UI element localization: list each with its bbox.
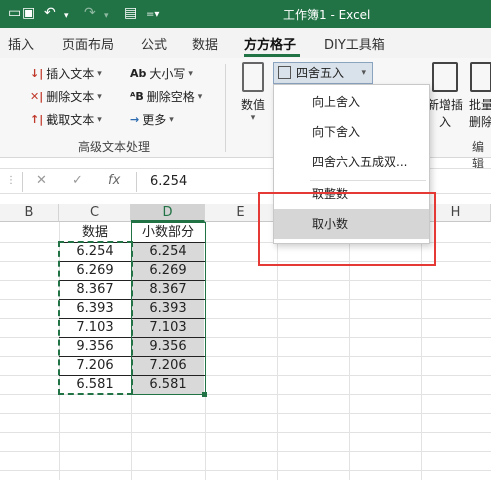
cut-text-button[interactable]: ↑| 截取文本 ▾ (30, 111, 102, 128)
case-icon: Ab (130, 66, 147, 80)
tab-insert[interactable]: 插入 (8, 34, 34, 53)
group-divider (225, 64, 226, 152)
batch-delete-label: 批量删除 (468, 98, 491, 129)
add-insert-label: 新增插入 (426, 98, 463, 129)
numeric-icon (242, 62, 264, 92)
title-bar: ▭ ▣ ↶ ▾ ↷ ▾ ▤ =▾ 工作簿1 - Excel (0, 0, 491, 28)
batch-delete-icon (470, 62, 491, 92)
chevron-down-icon: ▾ (188, 68, 193, 79)
ribbon-tabs: 插入 页面布局 公式 数据 方方格子 DIY工具箱 (0, 28, 491, 58)
tab-fangfang[interactable]: 方方格子 (244, 34, 296, 53)
group-label-text-processing: 高级文本处理 (78, 140, 151, 154)
save-icon[interactable]: ▣ (22, 4, 35, 22)
formula-divider (136, 172, 137, 192)
document-icon[interactable]: ▤ (124, 4, 137, 22)
cell-c-header[interactable]: 数据 (59, 223, 131, 242)
round-dropdown[interactable]: 四舍五入 ▾ (273, 62, 373, 84)
batch-delete-button[interactable]: 批量删除 (466, 62, 491, 130)
chevron-down-icon: ▾ (97, 114, 102, 125)
delete-space-button[interactable]: ᴬB 删除空格 ▾ (130, 88, 202, 105)
arrow-right-icon: → (130, 112, 140, 126)
tab-formulas[interactable]: 公式 (141, 34, 167, 53)
group-label-edit: 编辑 (472, 140, 485, 171)
copy-marquee (58, 241, 133, 395)
redo-icon[interactable]: ↷ (84, 4, 96, 22)
chevron-down-icon: ▾ (250, 113, 256, 123)
numeric-button[interactable]: 数值 ▾ (236, 62, 270, 123)
case-label: 大小写 (149, 67, 186, 81)
grid-line (0, 451, 491, 452)
menu-item-bankers-round[interactable]: 四舍六入五成双... (274, 147, 429, 177)
chevron-down-icon: ▾ (169, 114, 174, 125)
grid-line (0, 413, 491, 414)
chevron-down-icon: ▾ (197, 91, 203, 102)
chevron-down-icon: ▾ (97, 68, 102, 79)
tab-page-layout[interactable]: 页面布局 (62, 34, 114, 53)
active-tab-indicator (244, 54, 300, 57)
add-insert-button[interactable]: 新增插入 (425, 62, 465, 130)
tab-diy-toolbox[interactable]: DIY工具箱 (324, 34, 385, 53)
delete-text-icon: ✕| (30, 89, 44, 103)
grid-line (0, 470, 491, 471)
redo-dropdown-icon[interactable]: ▾ (104, 7, 109, 25)
cut-text-label: 截取文本 (46, 113, 95, 127)
autosave-icon[interactable]: ▭ (8, 4, 21, 22)
selection-border (131, 222, 206, 395)
column-header-d[interactable]: D (131, 204, 205, 222)
delete-text-label: 删除文本 (46, 90, 95, 104)
chevron-down-icon: ▾ (97, 91, 102, 102)
more-label: 更多 (142, 113, 167, 127)
window-title: 工作簿1 - Excel (283, 8, 371, 22)
menu-item-round-down[interactable]: 向下舍入 (274, 117, 429, 147)
confirm-icon[interactable]: ✓ (72, 173, 83, 188)
insert-text-label: 插入文本 (46, 67, 95, 81)
customize-toolbar-icon[interactable]: =▾ (146, 6, 159, 24)
function-icon[interactable]: fx (108, 173, 120, 188)
round-dropdown-label: 四舍五入 (296, 66, 345, 80)
chevron-down-icon: ▾ (361, 68, 366, 78)
case-button[interactable]: Ab 大小写 ▾ (130, 65, 193, 82)
cut-text-icon: ↑| (30, 112, 44, 126)
column-header-c[interactable]: C (59, 204, 131, 222)
numeric-label: 数值 (240, 98, 265, 112)
tab-data[interactable]: 数据 (192, 34, 218, 53)
insert-text-icon: ↓| (30, 66, 44, 80)
grip-icon: ⋮ (6, 175, 16, 186)
formula-divider (22, 172, 23, 192)
menu-item-round-up[interactable]: 向上舍入 (274, 87, 429, 117)
delete-text-button[interactable]: ✕| 删除文本 ▾ (30, 88, 102, 105)
more-button[interactable]: → 更多 ▾ (130, 111, 174, 128)
delete-space-label: 删除空格 (146, 90, 195, 104)
round-icon (278, 66, 291, 79)
delete-space-icon: ᴬB (130, 89, 144, 103)
highlight-annotation (258, 192, 436, 266)
cancel-icon[interactable]: ✕ (36, 173, 47, 188)
undo-dropdown-icon[interactable]: ▾ (64, 7, 69, 25)
formula-input[interactable]: 6.254 (150, 174, 187, 189)
add-insert-icon (432, 62, 458, 92)
column-header-b[interactable]: B (0, 204, 59, 222)
grid-line (0, 432, 491, 433)
fill-handle[interactable] (202, 392, 207, 397)
undo-icon[interactable]: ↶ (44, 4, 56, 22)
insert-text-button[interactable]: ↓| 插入文本 ▾ (30, 65, 102, 82)
